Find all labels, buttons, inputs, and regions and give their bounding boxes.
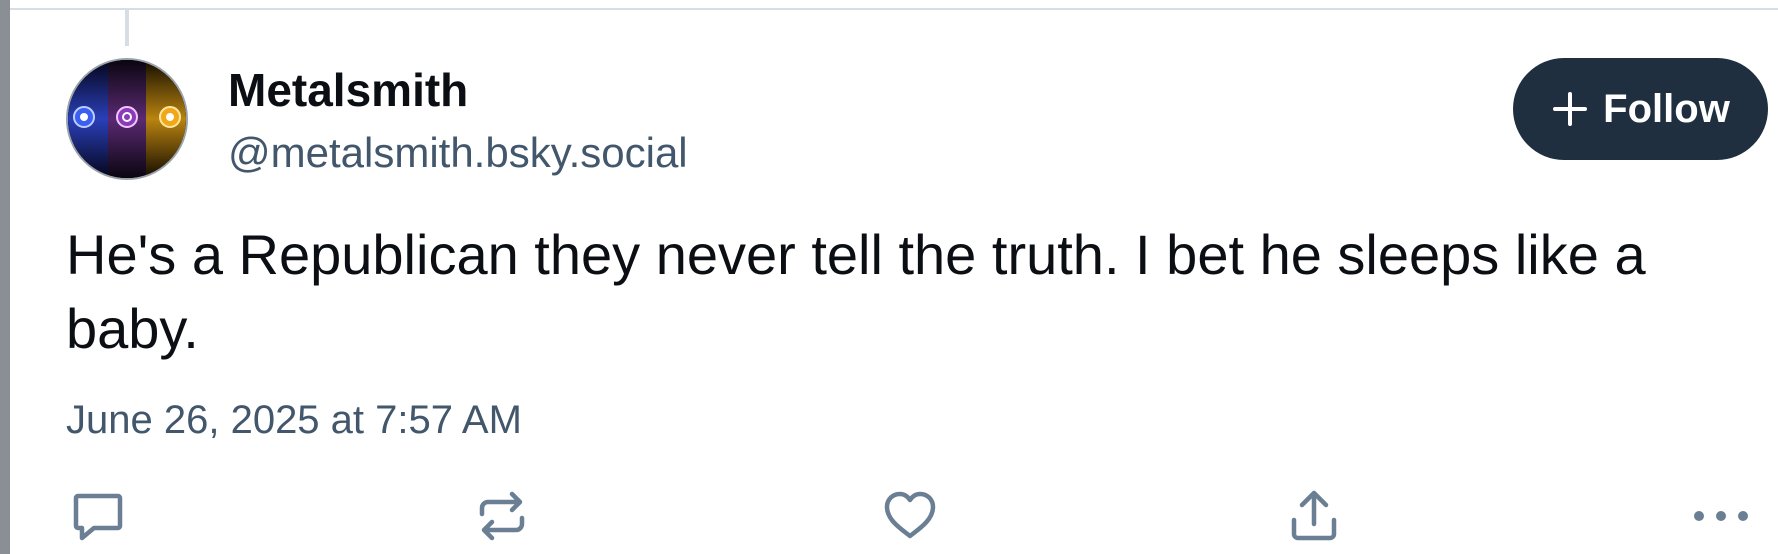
author-handle[interactable]: @metalsmith.bsky.social <box>228 125 688 181</box>
repost-icon <box>479 491 525 541</box>
follow-button[interactable]: Follow <box>1513 58 1768 160</box>
post-timestamp[interactable]: June 26, 2025 at 7:57 AM <box>66 393 522 447</box>
author-display-name[interactable]: Metalsmith <box>228 60 468 120</box>
repost-button[interactable] <box>470 484 534 548</box>
avatar-image <box>68 60 186 178</box>
reply-button[interactable] <box>66 484 130 548</box>
like-button[interactable] <box>878 484 942 548</box>
ellipsis-icon <box>1694 511 1748 521</box>
more-options-button[interactable] <box>1686 484 1756 548</box>
share-button[interactable] <box>1282 484 1346 548</box>
thread-connector-line <box>125 9 129 46</box>
share-icon <box>1291 490 1337 541</box>
follow-button-label: Follow <box>1603 87 1730 131</box>
window-edge <box>0 0 10 554</box>
post-text: He's a Republican they never tell the tr… <box>66 223 1646 360</box>
post-divider <box>10 8 1778 10</box>
avatar[interactable] <box>66 58 188 180</box>
plus-icon <box>1553 92 1588 126</box>
comment-icon <box>73 493 123 541</box>
heart-icon <box>884 491 936 539</box>
